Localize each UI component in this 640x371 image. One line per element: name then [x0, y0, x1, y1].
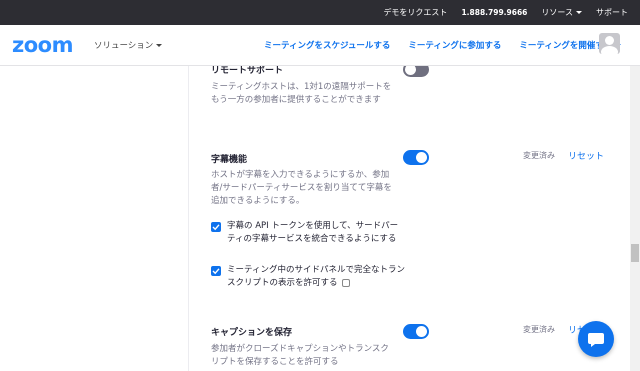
avatar-head — [605, 36, 614, 45]
chevron-down-icon — [156, 44, 163, 47]
zoom-logo[interactable]: zoom — [12, 33, 73, 57]
remote-support-description: ミーティングホストは、1対1の遠隔サポートをもう一方の参加者に提供することができ… — [211, 82, 392, 105]
save-captions-title: キャプションを保存 — [211, 328, 293, 338]
request-demo-link[interactable]: デモをリクエスト — [383, 7, 447, 18]
solutions-menu[interactable]: ソリューション — [93, 39, 163, 51]
header-nav: ミーティングをスケジュールする ミーティングに参加する ミーティングを開催する — [264, 25, 622, 65]
toggle-knob — [416, 152, 427, 163]
scrollbar-thumb[interactable] — [631, 244, 639, 262]
api-token-checkbox[interactable] — [211, 222, 221, 232]
resources-menu[interactable]: リソース — [541, 7, 582, 18]
remote-support-toggle[interactable] — [403, 66, 429, 77]
support-link[interactable]: サポート — [596, 7, 628, 18]
captions-description: ホストが字幕を入力できるようにするか、参加者/サードパーティサービスを割り当てて… — [211, 170, 392, 206]
info-icon[interactable] — [341, 278, 350, 287]
side-panel — [0, 66, 189, 371]
schedule-meeting-link[interactable]: ミーティングをスケジュールする — [264, 39, 390, 51]
chevron-down-icon — [576, 11, 582, 14]
phone-link[interactable]: 1.888.799.9666 — [461, 8, 527, 17]
check-icon — [212, 224, 220, 231]
main-header: zoom ソリューション ミーティングをスケジュールする ミーティングに参加する… — [0, 25, 640, 66]
remote-support-title: リモートサポート — [211, 66, 284, 76]
settings-content: リモートサポート ミーティングホストは、1対1の遠隔サポートをもう一方の参加者に… — [0, 66, 630, 371]
toggle-knob — [405, 66, 416, 75]
check-icon — [212, 268, 220, 275]
resources-label: リソース — [541, 8, 573, 17]
captions-reset-link[interactable]: リセット — [568, 149, 604, 162]
solutions-label: ソリューション — [93, 41, 154, 51]
api-token-label: 字幕の API トークンを使用して、サードパーティの字幕サービスを統合できるよう… — [227, 221, 399, 244]
save-captions-toggle[interactable] — [403, 324, 429, 339]
scrollbar[interactable] — [630, 66, 640, 371]
save-captions-changed-label: 変更済み — [523, 325, 555, 334]
captions-title: 字幕機能 — [211, 155, 248, 165]
toggle-knob — [416, 326, 427, 337]
avatar-body — [601, 46, 618, 54]
captions-changed-label: 変更済み — [523, 151, 555, 160]
save-captions-description: 参加者がクローズドキャプションやトランスクリプトを保存することを許可する — [211, 344, 389, 367]
avatar[interactable] — [599, 33, 620, 54]
top-bar: デモをリクエスト 1.888.799.9666 リソース サポート — [0, 0, 640, 25]
chat-icon — [588, 333, 604, 347]
full-transcript-label: ミーティング中のサイドパネルで完全なトランスクリプトの表示を許可する — [227, 265, 405, 288]
full-transcript-checkbox[interactable] — [211, 266, 221, 276]
join-meeting-link[interactable]: ミーティングに参加する — [408, 39, 501, 51]
captions-toggle[interactable] — [403, 150, 429, 165]
chat-button[interactable] — [578, 321, 614, 357]
full-transcript-option: ミーティング中のサイドパネルで完全なトランスクリプトの表示を許可する — [227, 264, 405, 290]
